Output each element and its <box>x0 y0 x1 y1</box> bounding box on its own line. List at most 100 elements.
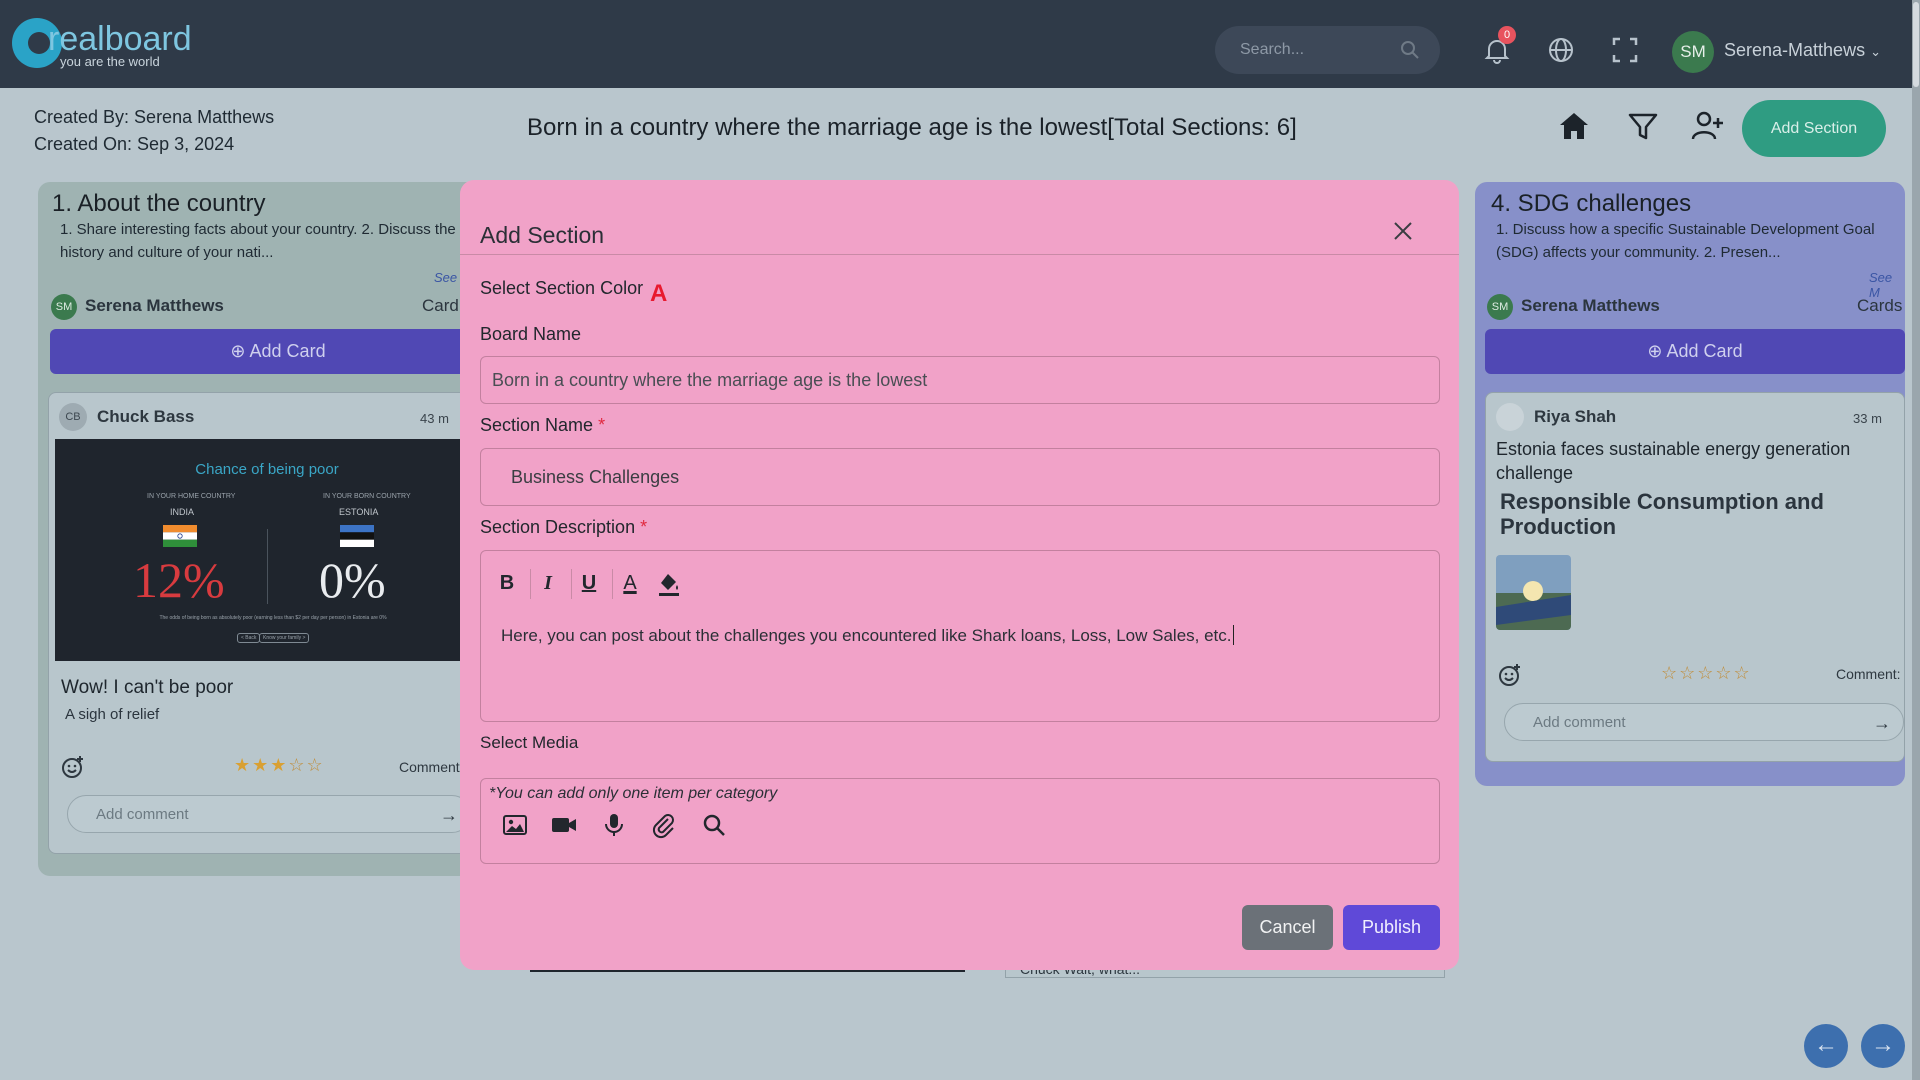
comments-label[interactable]: Comment <box>399 759 460 775</box>
modal-divider <box>460 254 1459 255</box>
highlight-fill-icon[interactable] <box>655 569 683 597</box>
user-avatar[interactable]: SM <box>1672 31 1714 73</box>
add-card-button[interactable]: ⊕ Add Card <box>1485 329 1905 374</box>
globe-icon[interactable] <box>1547 36 1575 64</box>
section-name-label-text: Section Name <box>480 415 594 435</box>
scroll-right-button[interactable]: → <box>1861 1024 1905 1068</box>
section-description-editor[interactable]: B I U A Here, you can post about the cha… <box>480 550 1440 722</box>
comment-input[interactable]: Add comment → <box>67 795 471 833</box>
search-input[interactable]: Search... <box>1215 26 1440 74</box>
section-name-field[interactable]: Business Challenges <box>480 448 1440 506</box>
add-section-button[interactable]: Add Section <box>1742 100 1886 157</box>
image-right-country: ESTONIA <box>339 507 379 517</box>
card-title: Wow! I can't be poor <box>61 677 234 698</box>
section-description-label: Section Description * <box>480 517 647 538</box>
see-more-link[interactable]: See <box>434 270 457 285</box>
top-navbar: realboard you are the world Search... 0 … <box>0 0 1920 88</box>
board-name-field[interactable]: Born in a country where the marriage age… <box>480 356 1440 404</box>
video-icon[interactable] <box>550 811 578 839</box>
plus-circle-icon: ⊕ <box>230 341 246 361</box>
created-by: Created By: Serena Matthews <box>34 107 275 127</box>
realboard-logo[interactable]: realboard you are the world <box>12 16 192 74</box>
created-on: Created On: Sep 3, 2024 <box>34 134 235 154</box>
section-description: 1. Share interesting facts about your co… <box>60 221 456 261</box>
send-arrow-icon[interactable]: → <box>440 805 458 826</box>
arrow-left-icon: ← <box>1814 1031 1838 1058</box>
image-left-caption: IN YOUR HOME COUNTRY <box>147 493 236 500</box>
card-tag: Responsible Consumption and Production <box>1500 489 1824 539</box>
microphone-icon[interactable] <box>600 811 628 839</box>
board-card[interactable]: Riya Shah 33 m Estonia faces sustainable… <box>1485 392 1905 762</box>
add-card-button[interactable]: ⊕ Add Card <box>50 329 506 374</box>
fullscreen-icon[interactable] <box>1611 36 1639 64</box>
section-title: 4. SDG challenges <box>1491 190 1692 217</box>
rating-stars[interactable]: ☆☆☆☆☆ <box>1661 663 1752 684</box>
toolbar-separator <box>571 569 572 599</box>
image-right-value: 0% <box>319 552 386 608</box>
cards-count-label: Card <box>422 296 459 315</box>
board-meta: Created By: Serena Matthews Created On: … <box>34 104 274 158</box>
card-title: Estonia faces sustainable energy generat… <box>1496 439 1851 483</box>
add-reaction-icon[interactable] <box>61 755 85 779</box>
publish-button[interactable]: Publish <box>1343 905 1440 950</box>
comment-input[interactable]: Add comment → <box>1504 703 1904 741</box>
paperclip-icon[interactable] <box>650 811 678 839</box>
toolbar-separator <box>612 569 613 599</box>
plus-circle-icon: ⊕ <box>1647 341 1663 361</box>
card-image-thumbnail[interactable] <box>1496 555 1571 630</box>
image-icon[interactable] <box>501 811 529 839</box>
scroll-left-button[interactable]: ← <box>1804 1024 1848 1068</box>
media-note: *You can add only one item per category <box>489 785 778 802</box>
modal-title: Add Section <box>480 222 605 248</box>
image-right-caption: IN YOUR BORN COUNTRY <box>323 493 411 500</box>
section-column-4: 4. SDG challenges 1. Discuss how a speci… <box>1475 182 1905 786</box>
text-cursor <box>1232 625 1234 645</box>
user-menu[interactable]: Serena-Matthews ⌄ <box>1724 40 1881 61</box>
card-image[interactable]: Chance of being poor IN YOUR HOME COUNTR… <box>55 439 479 661</box>
close-icon[interactable] <box>1388 216 1418 246</box>
scrollbar-thumb[interactable] <box>1913 2 1919 87</box>
select-media-label: Select Media <box>480 733 579 752</box>
section-color-label: Select Section Color <box>480 278 644 298</box>
page-scrollbar[interactable] <box>1912 0 1920 1080</box>
image-divider <box>267 529 268 604</box>
image-left-value: 12% <box>133 552 225 608</box>
owner-avatar: SM <box>51 294 77 320</box>
rating-stars[interactable]: ★★★☆☆ <box>234 755 325 776</box>
logo-tagline: you are the world <box>60 54 160 69</box>
board-card[interactable]: CB Chuck Bass 43 m Chance of being poor … <box>48 392 506 854</box>
send-arrow-icon[interactable]: → <box>1873 713 1891 734</box>
bold-button[interactable]: B <box>493 569 521 597</box>
section-description-text[interactable]: Here, you can post about the challenges … <box>501 625 1234 646</box>
arrow-right-icon: → <box>1871 1031 1895 1058</box>
comments-label[interactable]: Comment: <box>1836 666 1901 682</box>
search-media-icon[interactable] <box>700 811 728 839</box>
section-owner: Serena Matthews <box>85 296 224 315</box>
section-description: 1. Discuss how a specific Sustainable De… <box>1496 221 1875 261</box>
add-user-icon[interactable] <box>1690 108 1726 144</box>
card-time: 33 m <box>1853 411 1882 426</box>
add-section-modal: Add Section Select Section Color A Board… <box>460 180 1459 970</box>
description-value: Here, you can post about the challenges … <box>501 626 1232 645</box>
filter-icon[interactable] <box>1625 108 1661 144</box>
search-icon[interactable] <box>1400 40 1420 60</box>
font-color-button[interactable]: A <box>616 569 644 597</box>
section-description-label-text: Section Description <box>480 517 636 537</box>
underline-button[interactable]: U <box>575 569 603 597</box>
section-color-picker[interactable]: A <box>650 280 667 308</box>
cancel-button[interactable]: Cancel <box>1242 905 1333 950</box>
owner-avatar: SM <box>1487 294 1513 320</box>
required-mark: * <box>640 517 648 537</box>
add-reaction-icon[interactable] <box>1498 663 1522 687</box>
notification-count-badge: 0 <box>1498 26 1516 44</box>
image-footnote: The odds of being born as absolutely poo… <box>159 615 387 621</box>
image-back-button: < Back <box>237 633 261 643</box>
comment-placeholder: Add comment <box>1533 714 1626 731</box>
cards-count-label: Cards <box>1857 296 1903 315</box>
italic-button[interactable]: I <box>534 569 562 597</box>
image-family-button: Know your family > <box>259 633 310 643</box>
home-icon[interactable] <box>1556 108 1592 144</box>
card-author-avatar <box>1496 403 1524 431</box>
card-author: Chuck Bass <box>97 407 195 426</box>
image-heading: Chance of being poor <box>195 461 339 478</box>
